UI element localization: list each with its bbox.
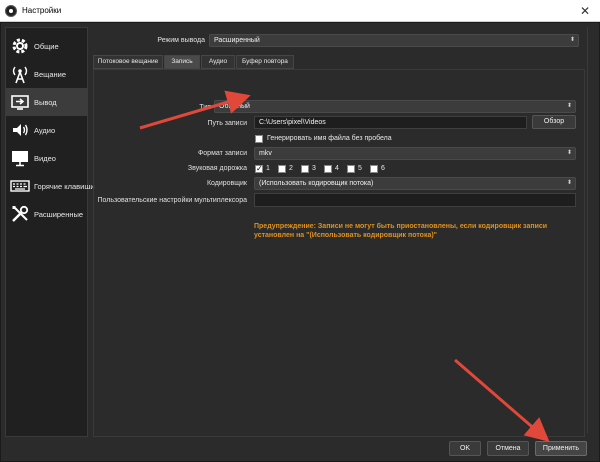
recording-tab-panel: Тип Обычный ⬍ Путь записи C:\Users\pixel… (93, 69, 585, 437)
track-6-label: 6 (381, 165, 385, 172)
track-5-checkbox[interactable] (347, 165, 355, 173)
sidebar-item-label: Аудио (34, 126, 56, 135)
track-5-label: 5 (358, 165, 362, 172)
record-format-label: Формат записи (197, 150, 247, 157)
monitor-icon (12, 151, 28, 167)
ok-button[interactable]: OK (449, 441, 481, 456)
chevron-updown-icon: ⬍ (566, 150, 572, 156)
chevron-updown-icon: ⬍ (569, 37, 575, 43)
tab-recording[interactable]: Запись (164, 55, 200, 69)
record-path-label: Путь записи (207, 120, 247, 127)
sidebar-item-advanced[interactable]: Расширенные (6, 200, 88, 228)
track-2-label: 2 (289, 165, 293, 172)
chevron-updown-icon: ⬍ (566, 103, 572, 109)
muxer-settings-input[interactable] (254, 193, 576, 207)
obs-logo-icon (5, 5, 17, 17)
sidebar-item-label: Расширенные (34, 210, 84, 219)
tab-audio[interactable]: Аудио (201, 55, 235, 69)
no-space-label: Генерировать имя файла без пробела (267, 135, 392, 142)
sidebar-item-general[interactable]: Общие (6, 32, 88, 60)
sidebar: Общие Вещание Вывод Аудио Видео Горячие … (5, 27, 95, 437)
type-label: Тип (199, 104, 211, 111)
record-format-select[interactable]: mkv ⬍ (254, 147, 576, 160)
sidebar-item-label: Общие (34, 42, 59, 51)
tools-icon (12, 205, 29, 222)
sidebar-item-label: Вещание (34, 70, 67, 79)
close-button[interactable]: ✕ (570, 0, 600, 22)
encoder-select[interactable]: (Использовать кодировщик потока) ⬍ (254, 177, 576, 190)
vertical-scrollbar[interactable] (587, 27, 595, 433)
output-mode-select[interactable]: Расширенный ⬍ (209, 34, 579, 47)
encoder-label: Кодировщик (206, 180, 247, 187)
output-settings-panel: Режим вывода Расширенный ⬍ Потоковое вещ… (93, 27, 585, 437)
sidebar-item-label: Горячие клавиши (34, 182, 95, 191)
cancel-button[interactable]: Отмена (487, 441, 529, 456)
track-4-label: 4 (335, 165, 339, 172)
type-value: Обычный (219, 103, 250, 110)
speaker-icon (13, 124, 28, 136)
track-3-label: 3 (312, 165, 316, 172)
audio-track-label: Звуковая дорожка (187, 165, 247, 172)
type-select[interactable]: Обычный ⬍ (214, 100, 576, 113)
muxer-settings-label: Пользовательские настройки мультиплексор… (97, 197, 247, 204)
gear-icon (12, 38, 28, 54)
sidebar-item-output[interactable]: Вывод (6, 88, 88, 116)
encoder-value: (Использовать кодировщик потока) (259, 180, 374, 187)
tab-replay-buffer[interactable]: Буфер повтора (236, 55, 294, 69)
apply-button[interactable]: Применить (535, 441, 587, 456)
track-1-label: 1 (266, 165, 270, 172)
track-1-checkbox[interactable] (255, 164, 263, 173)
track-3-checkbox[interactable] (301, 165, 309, 173)
tab-streaming[interactable]: Потоковое вещание (93, 55, 163, 69)
output-icon (11, 95, 29, 110)
track-6-checkbox[interactable] (370, 165, 378, 173)
output-mode-label: Режим вывода (157, 37, 205, 44)
no-space-checkbox[interactable] (255, 135, 263, 143)
sidebar-item-label: Видео (34, 154, 56, 163)
keyboard-icon (10, 180, 30, 192)
record-format-value: mkv (259, 150, 272, 157)
output-mode-value: Расширенный (214, 37, 260, 44)
chevron-updown-icon: ⬍ (566, 180, 572, 186)
sidebar-item-video[interactable]: Видео (6, 144, 88, 172)
sidebar-item-stream[interactable]: Вещание (6, 60, 88, 88)
title-bar: Настройки ✕ (0, 0, 600, 22)
sidebar-item-label: Вывод (34, 98, 57, 107)
browse-button[interactable]: Обзор (532, 115, 576, 129)
record-path-input[interactable]: C:\Users\pixel\Videos (254, 116, 527, 129)
track-2-checkbox[interactable] (278, 165, 286, 173)
sidebar-item-hotkeys[interactable]: Горячие клавиши (6, 172, 95, 200)
track-4-checkbox[interactable] (324, 165, 332, 173)
broadcast-icon (12, 66, 28, 84)
settings-window: Общие Вещание Вывод Аудио Видео Горячие … (0, 22, 600, 462)
warning-text: Предупреждение: Записи не могут быть при… (254, 223, 548, 239)
window-title: Настройки (22, 6, 62, 15)
sidebar-item-audio[interactable]: Аудио (6, 116, 88, 144)
